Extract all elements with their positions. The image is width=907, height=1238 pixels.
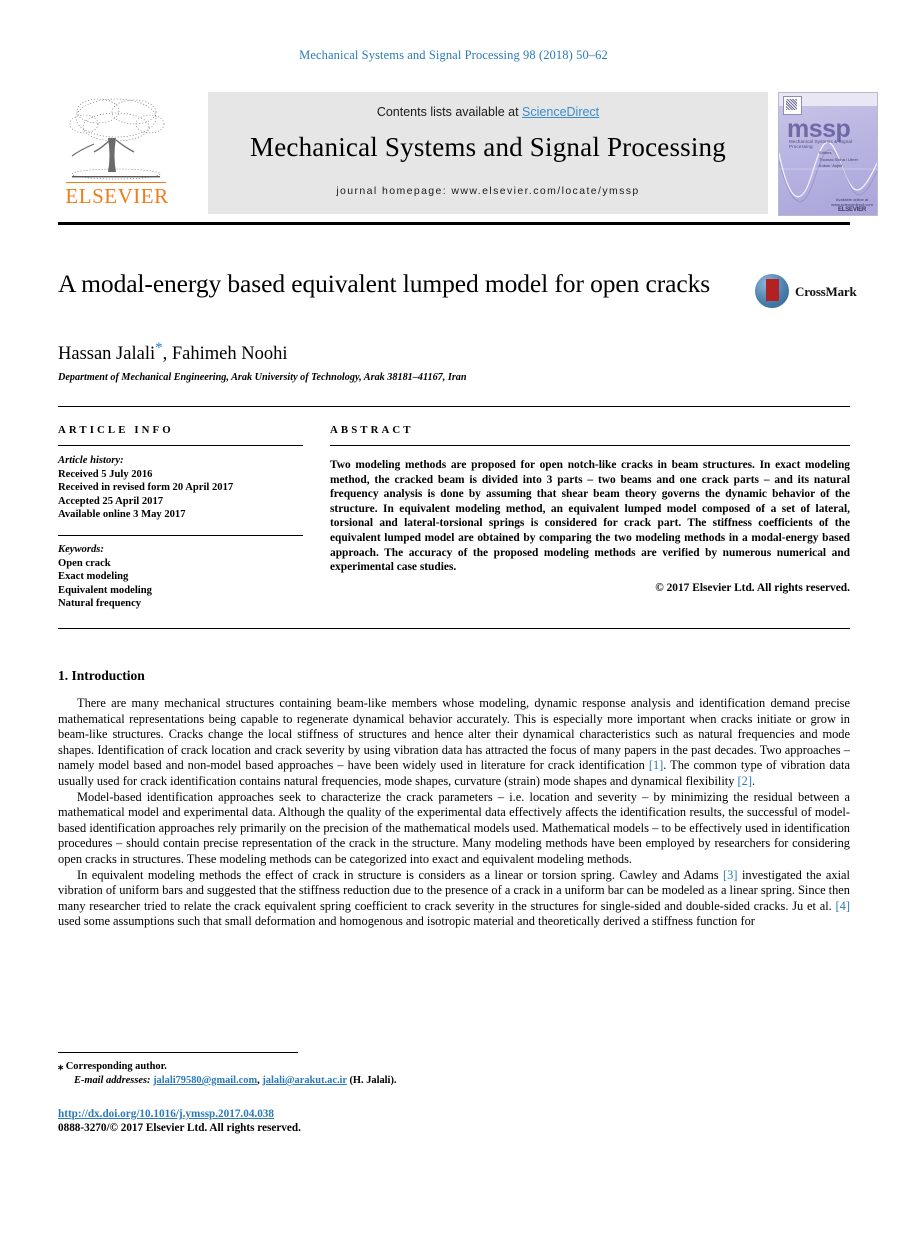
cover-blurb: Editors Thomas Sinha / Uhrer Kokon 'Anji… [819, 150, 858, 170]
keyword-item: Exact modeling [58, 571, 129, 583]
cover-blurb-line: Kokon 'Anjini' [819, 163, 843, 168]
crossmark-ribbon-icon [766, 279, 779, 302]
affiliation: Department of Mechanical Engineering, Ar… [58, 372, 467, 383]
paragraph-1: There are many mechanical structures con… [58, 696, 850, 790]
cover-elsevier-mark-icon [783, 96, 802, 115]
abstract-heading: ABSTRACT [330, 424, 414, 436]
citation-link-3[interactable]: [3] [723, 868, 737, 882]
journal-banner: Contents lists available at ScienceDirec… [208, 92, 768, 214]
email-link-2[interactable]: jalali@arakut.ac.ir [262, 1075, 347, 1086]
paragraph-3-part-a: In equivalent modeling methods the effec… [77, 867, 724, 882]
contents-available-line: Contents lists available at ScienceDirec… [208, 105, 768, 119]
corresponding-author-note: ⁎ Corresponding author. [58, 1060, 758, 1074]
journal-homepage[interactable]: journal homepage: www.elsevier.com/locat… [208, 185, 768, 197]
keyword-item: Open crack [58, 557, 111, 569]
journal-cover-thumbnail[interactable]: mssp Mechanical Systems & Signal Process… [778, 92, 878, 216]
corresponding-author-marker: * [155, 340, 163, 356]
email-label: E-mail addresses: [74, 1075, 151, 1086]
running-head: Mechanical Systems and Signal Processing… [299, 48, 608, 62]
cover-bottom-note: Available online at www.sciencedirect.co… [831, 197, 873, 213]
masthead-divider [58, 222, 850, 225]
abstract-column: ABSTRACT Two modeling methods are propos… [330, 424, 850, 594]
corresponding-author-text: Corresponding author. [63, 1061, 167, 1072]
keywords-divider [58, 534, 303, 536]
journal-article-page: Mechanical Systems and Signal Processing… [0, 0, 907, 1238]
elsevier-logo-rule [66, 182, 166, 183]
author-list: Hassan Jalali*, Fahimeh Noohi [58, 340, 758, 365]
keyword-item: Natural frequency [58, 598, 142, 610]
doi-link[interactable]: http://dx.doi.org/10.1016/j.ymssp.2017.0… [58, 1108, 274, 1120]
paragraph-3: In equivalent modeling methods the effec… [58, 868, 850, 930]
history-item: Accepted 25 April 2017 [58, 495, 164, 507]
page-title: A modal-energy based equivalent lumped m… [58, 269, 711, 298]
cover-bottom-brand: ELSEVIER [837, 207, 867, 213]
cover-subtitle: Mechanical Systems & Signal Processing [789, 139, 853, 149]
paragraph-2: Model-based identification approaches se… [58, 789, 850, 866]
citation-link-1[interactable]: [1] [649, 758, 663, 772]
footnote-block: ⁎ Corresponding author. E-mail addresses… [58, 1060, 758, 1088]
crossmark-circle-icon [755, 274, 789, 308]
author-names-rest: , Fahimeh Noohi [162, 344, 288, 365]
elsevier-logo: ELSEVIER [58, 92, 176, 214]
article-info-column: ARTICLE INFO Article history: Received 5… [58, 424, 303, 611]
article-info-rule [58, 445, 303, 446]
abstract-rule [330, 445, 850, 446]
issn-copyright-line: 0888-3270/© 2017 Elsevier Ltd. All right… [58, 1122, 301, 1134]
article-history-block: Article history: Received 5 July 2016 Re… [58, 454, 303, 522]
citation-link-4[interactable]: [4] [836, 899, 850, 913]
section-heading-introduction: 1. Introduction [58, 668, 145, 683]
crossmark-label: CrossMark [795, 284, 857, 299]
sciencedirect-link[interactable]: ScienceDirect [522, 105, 599, 119]
paragraph-1-part-c: . [751, 773, 756, 788]
citation-link-2[interactable]: [2] [738, 774, 752, 788]
history-item: Received 5 July 2016 [58, 468, 153, 480]
keywords-label: Keywords: [58, 543, 104, 555]
author-name-primary: Hassan Jalali [58, 344, 156, 365]
email-suffix: (H. Jalali). [346, 1075, 397, 1086]
email-line: E-mail addresses: jalali79580@gmail.com,… [58, 1074, 758, 1088]
crossmark-badge[interactable]: CrossMark [755, 274, 857, 310]
article-body: 1. Introduction There are many mechanica… [58, 668, 850, 930]
history-item: Available online 3 May 2017 [58, 509, 186, 521]
footnote-divider [58, 1052, 298, 1053]
email-link-1[interactable]: jalali79580@gmail.com [153, 1075, 257, 1086]
article-info-bottom-divider [58, 628, 850, 629]
elsevier-wordmark: ELSEVIER [65, 184, 169, 208]
keyword-item: Equivalent modeling [58, 584, 152, 596]
keywords-block: Keywords: Open crack Exact modeling Equi… [58, 543, 303, 611]
elsevier-tree-icon [69, 98, 165, 180]
abstract-copyright: © 2017 Elsevier Ltd. All rights reserved… [655, 581, 850, 594]
journal-masthead: ELSEVIER Contents lists available at Sci… [58, 92, 878, 216]
contents-prefix-text: Contents lists available at [376, 105, 523, 119]
article-info-heading: ARTICLE INFO [58, 424, 174, 436]
paragraph-3-part-c: used some assumptions such that small de… [58, 914, 755, 929]
cover-bottom-text: Available online at www.sciencedirect.co… [831, 197, 873, 207]
article-info-top-divider [58, 406, 850, 407]
journal-title: Mechanical Systems and Signal Processing [250, 132, 726, 162]
history-item: Received in revised form 20 April 2017 [58, 482, 234, 494]
article-history-label: Article history: [58, 455, 124, 466]
abstract-text: Two modeling methods are proposed for op… [330, 459, 850, 574]
